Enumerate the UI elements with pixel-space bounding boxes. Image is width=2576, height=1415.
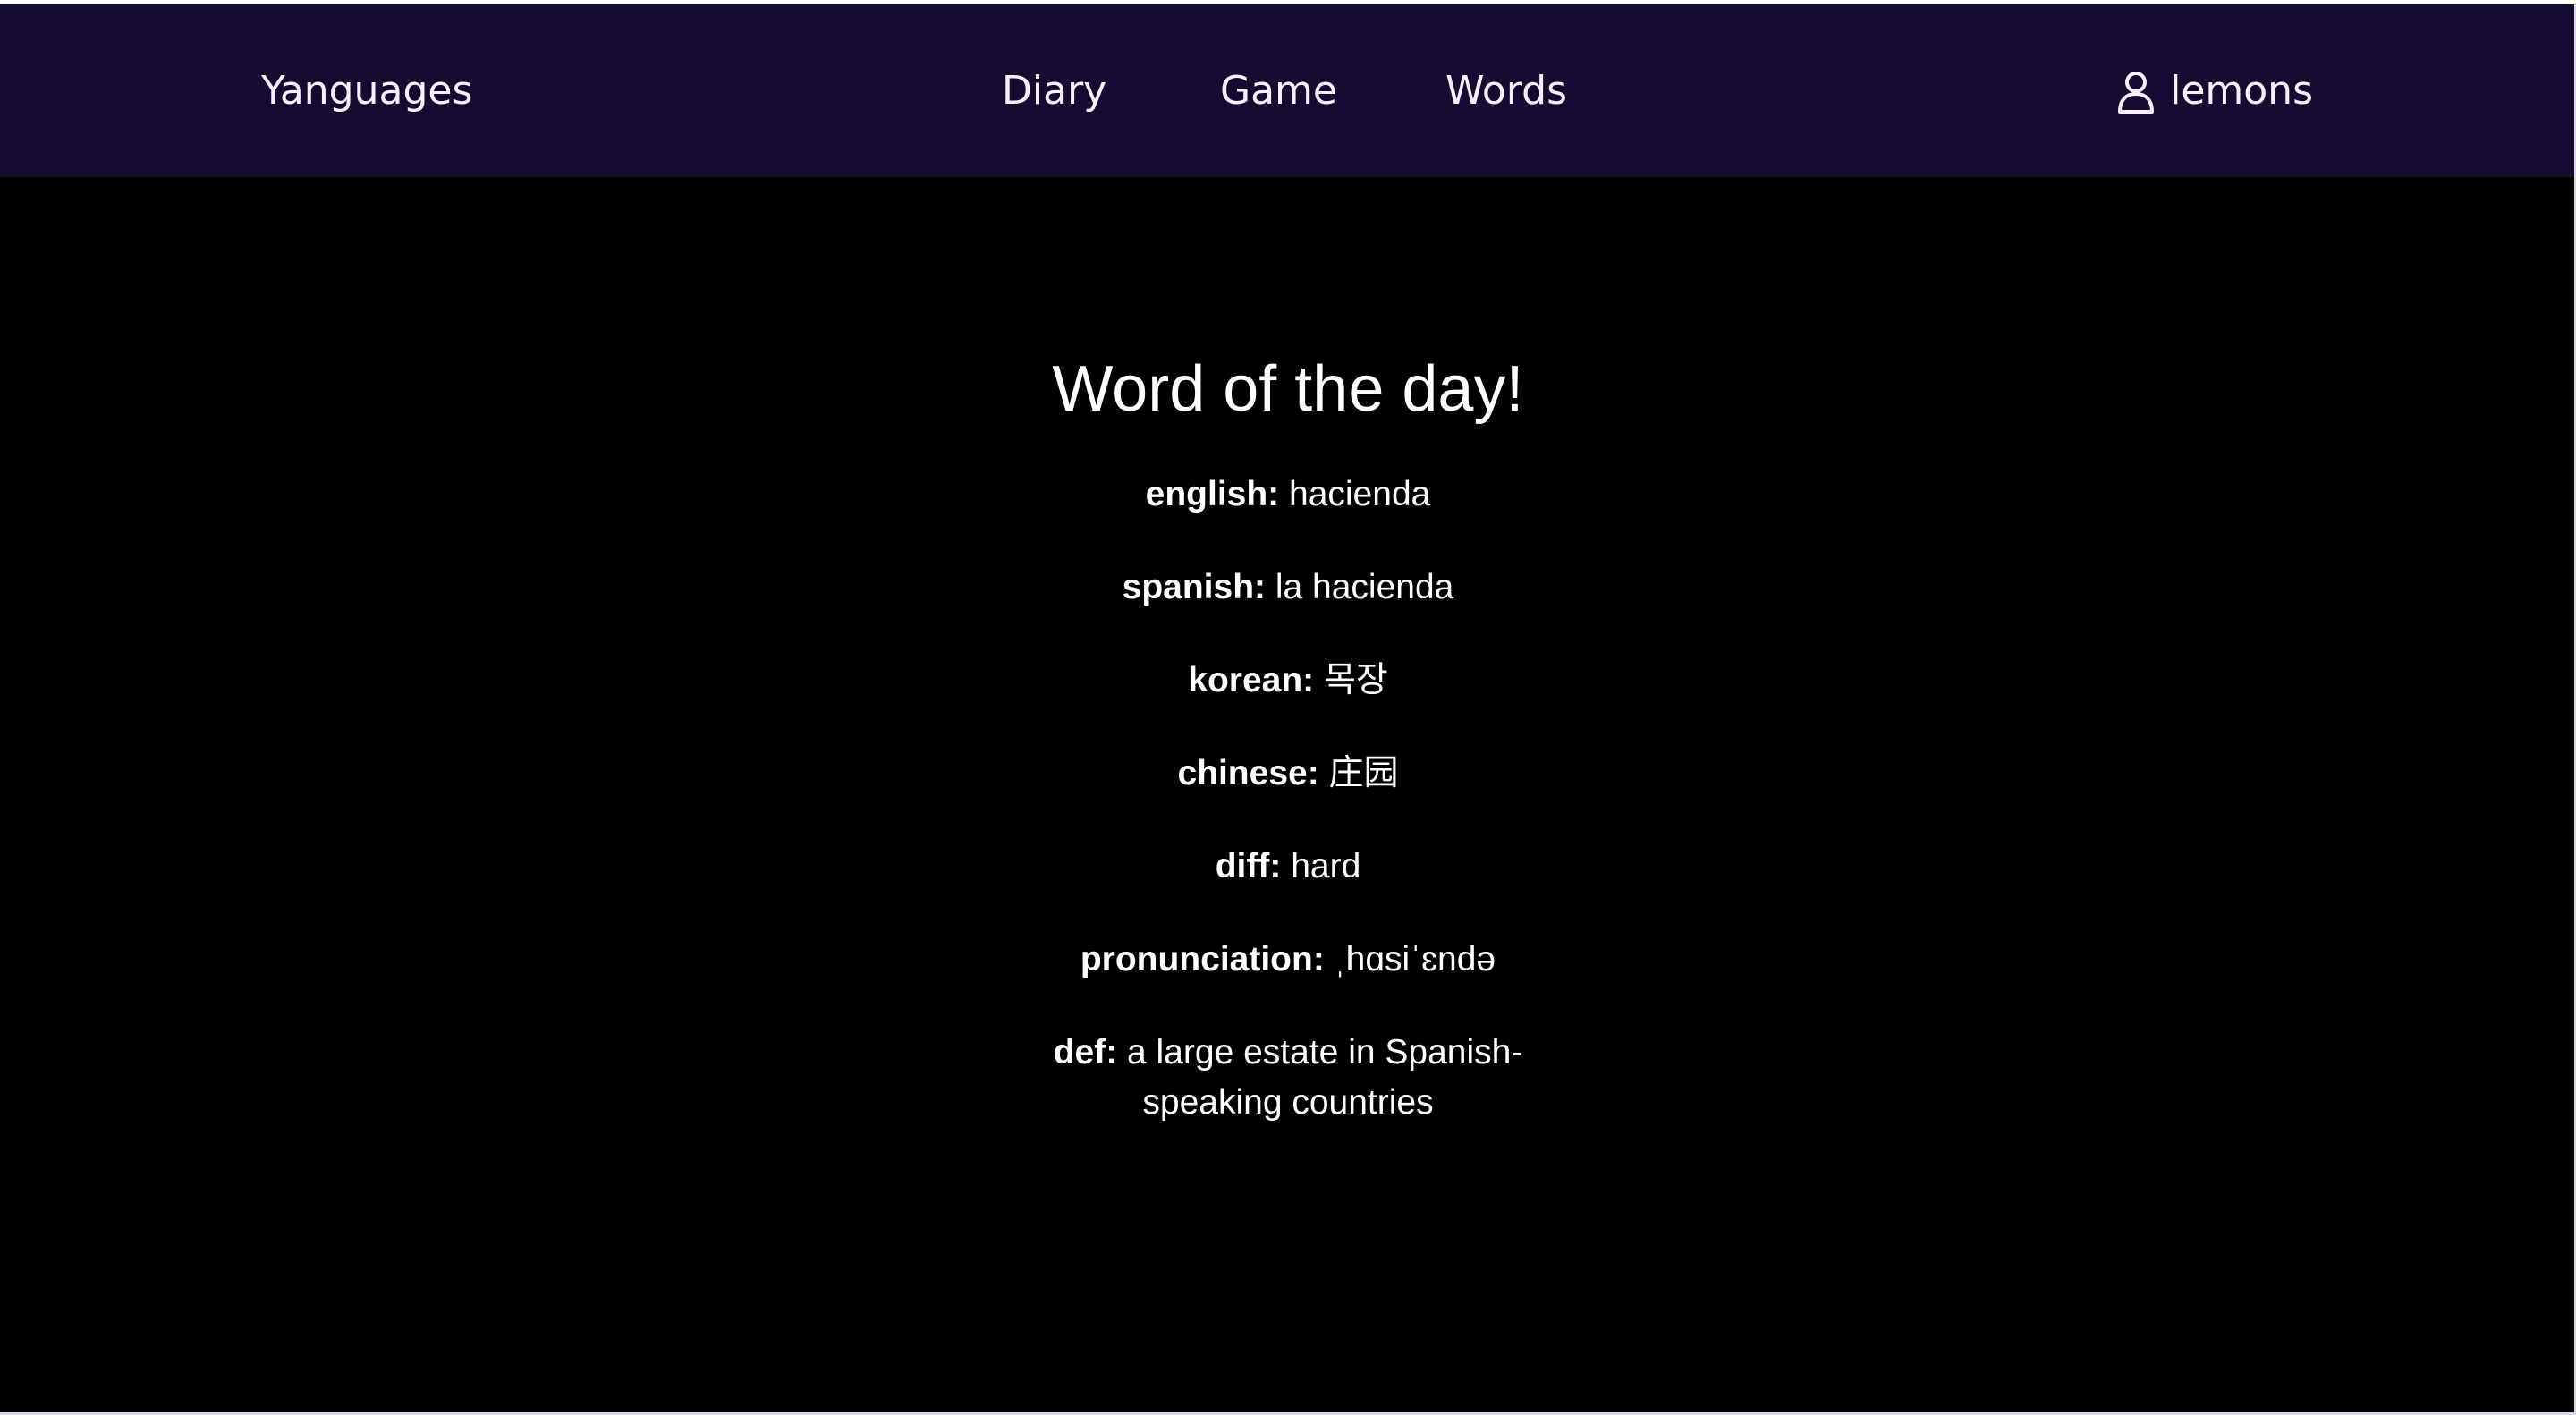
brand-logo-link[interactable]: Yanguages: [261, 4, 472, 177]
user-menu[interactable]: lemons: [2116, 4, 2313, 177]
english-label: english:: [1145, 475, 1280, 513]
definition-label: def:: [1053, 1033, 1118, 1072]
definition-value: a large estate in Spanish-speaking count…: [1127, 1033, 1523, 1122]
nav-link-game[interactable]: Game: [1220, 4, 1337, 177]
top-navbar: Yanguages Diary Game Words lemons: [0, 4, 2574, 177]
user-icon: [2118, 71, 2155, 114]
nav-link-diary[interactable]: Diary: [1002, 4, 1106, 177]
spanish-label: spanish:: [1122, 568, 1267, 606]
username: lemons: [2170, 68, 2313, 114]
korean-label: korean:: [1188, 661, 1315, 699]
korean-row: korean: 목장: [1020, 656, 1556, 706]
english-value: hacienda: [1289, 475, 1431, 513]
korean-value: 목장: [1323, 661, 1388, 699]
page-title: Word of the day!: [1052, 353, 1524, 425]
pronunciation-label: pronunciation:: [1080, 940, 1325, 979]
difficulty-value: hard: [1291, 847, 1361, 885]
difficulty-row: diff: hard: [1020, 842, 1556, 892]
app-window: Yanguages Diary Game Words lemons Word o…: [0, 4, 2576, 1415]
chinese-label: chinese:: [1177, 754, 1319, 792]
word-of-the-day-panel: Word of the day! english: hacienda spani…: [1020, 344, 1556, 1171]
chinese-row: chinese: 庄园: [1020, 749, 1556, 799]
chinese-value: 庄园: [1328, 754, 1399, 792]
word-details: english: hacienda spanish: la hacienda k…: [1020, 470, 1556, 1128]
definition-row: def: a large estate in Spanish-speaking …: [1020, 1028, 1556, 1128]
pronunciation-value: ˌhɑsiˈɛndə: [1334, 940, 1496, 979]
pronunciation-row: pronunciation: ˌhɑsiˈɛndə: [1020, 935, 1556, 985]
spanish-value: la hacienda: [1275, 568, 1454, 606]
english-row: english: hacienda: [1020, 470, 1556, 520]
difficulty-label: diff:: [1215, 847, 1282, 885]
spanish-row: spanish: la hacienda: [1020, 563, 1556, 613]
nav-link-words[interactable]: Words: [1445, 4, 1567, 177]
